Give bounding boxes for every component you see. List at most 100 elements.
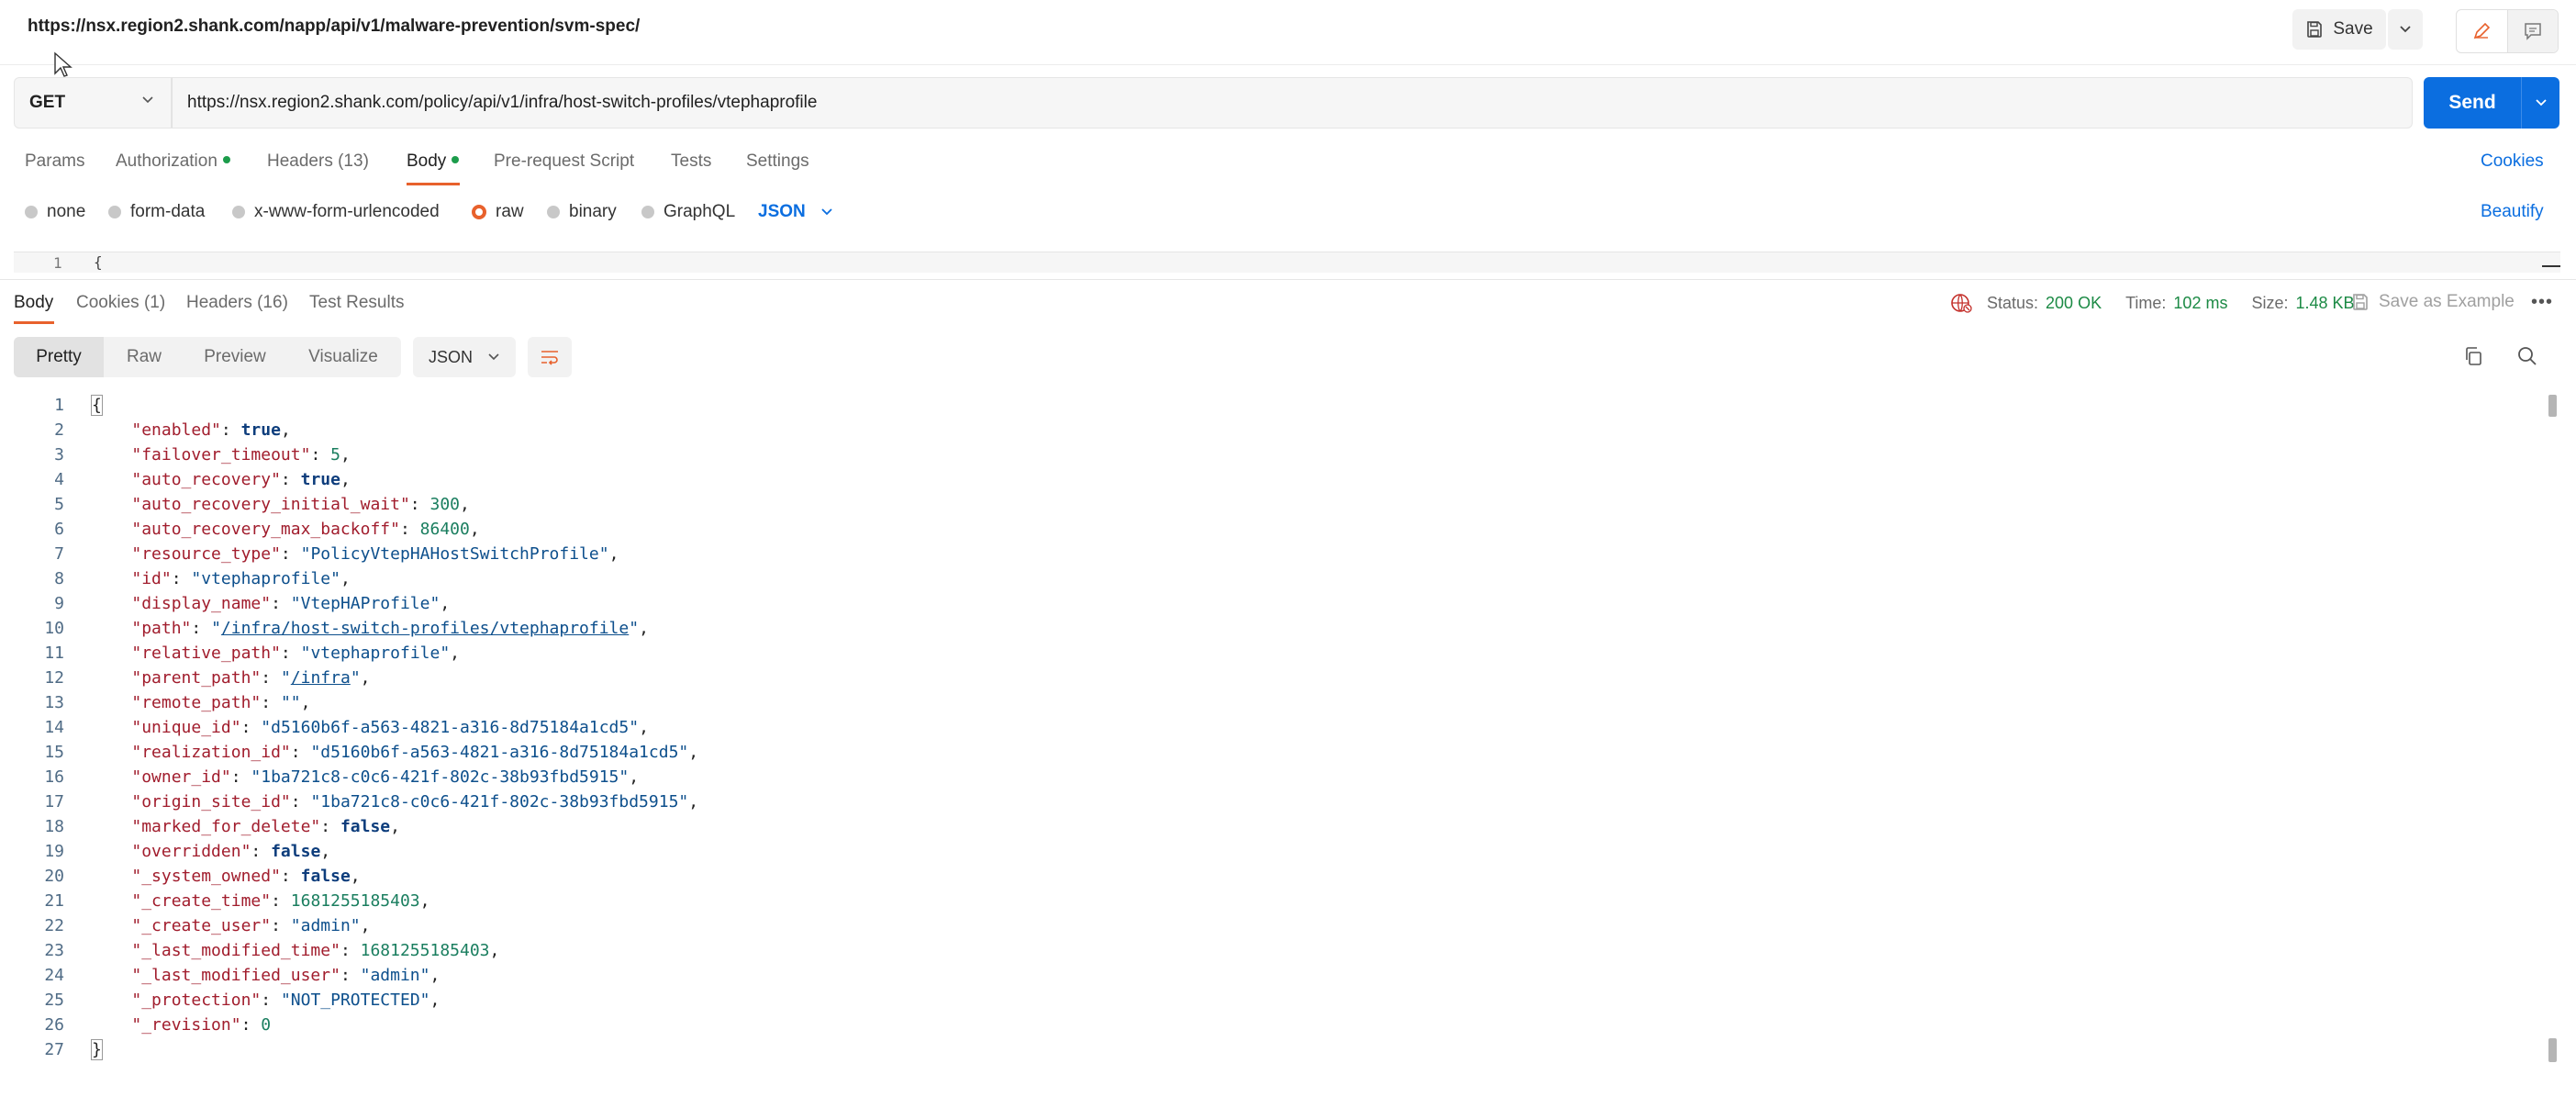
chevron-down-icon — [2400, 26, 2411, 33]
status-value[interactable]: 200 OK — [2046, 294, 2102, 313]
radio-binary[interactable]: binary — [547, 202, 617, 222]
vertical-scrollbar[interactable] — [2547, 393, 2558, 1063]
json-token: "vtephaprofile" — [191, 569, 340, 588]
tab-authorization[interactable]: Authorization — [116, 151, 230, 172]
json-token: "d5160b6f-a563-4821-a316-8d75184a1cd5" — [261, 718, 640, 737]
response-format-select[interactable]: JSON — [413, 337, 516, 377]
json-token: "admin" — [290, 916, 361, 935]
radio-none[interactable]: none — [25, 202, 85, 222]
tab-body[interactable]: Body — [407, 151, 460, 172]
view-raw[interactable]: Raw — [104, 337, 184, 377]
more-options-icon[interactable]: ••• — [2531, 292, 2553, 313]
radio-x-www-form-urlencoded[interactable]: x-www-form-urlencoded — [232, 202, 440, 222]
line-number: 12 — [44, 668, 64, 688]
chevron-down-icon — [142, 96, 153, 104]
floppy-disk-icon — [2353, 294, 2368, 310]
edit-mode-button[interactable] — [2457, 10, 2508, 52]
code-line: 19 "overridden": false, — [0, 839, 2542, 864]
json-link[interactable]: /infra — [291, 668, 351, 688]
view-preview[interactable]: Preview — [184, 337, 285, 377]
view-pretty[interactable]: Pretty — [14, 337, 104, 377]
search-icon[interactable] — [2516, 345, 2538, 367]
json-token: : — [240, 1015, 262, 1035]
json-token: "1ba721c8-c0c6-421f-802c-38b93fbd5915" — [310, 792, 689, 812]
radio-raw[interactable]: raw — [472, 202, 524, 222]
wrap-lines-icon — [541, 351, 558, 365]
radio-graphql[interactable]: GraphQL — [641, 202, 735, 222]
json-token: : — [271, 594, 291, 613]
tab-settings[interactable]: Settings — [746, 151, 809, 172]
size-value[interactable]: 1.48 KB — [2295, 294, 2354, 313]
code-text: "parent_path": "/infra", — [92, 666, 370, 690]
line-number: 16 — [44, 767, 64, 787]
url-input[interactable]: https://nsx.region2.shank.com/policy/api… — [172, 77, 2413, 129]
comments-button[interactable] — [2507, 10, 2558, 52]
code-text: "marked_for_delete": false, — [92, 814, 400, 839]
line-number: 23 — [44, 941, 64, 960]
cookies-link[interactable]: Cookies — [2481, 151, 2544, 172]
send-options-button[interactable] — [2522, 77, 2559, 129]
radio-label: x-www-form-urlencoded — [254, 202, 440, 221]
response-tab-headers[interactable]: Headers (16) — [186, 293, 288, 313]
json-token: : — [191, 619, 212, 638]
wrap-lines-button[interactable] — [528, 337, 572, 377]
pane-divider[interactable] — [0, 279, 2576, 280]
radio-form-data[interactable]: form-data — [108, 202, 205, 222]
body-format-select[interactable]: JSON — [758, 202, 833, 222]
editor-line-number: 1 — [53, 254, 62, 272]
response-tab-test-results[interactable]: Test Results — [309, 293, 404, 313]
line-number: 7 — [54, 544, 64, 564]
save-options-button[interactable] — [2388, 9, 2423, 50]
mode-toggle — [2456, 9, 2559, 53]
code-line: 1{ — [0, 393, 2542, 418]
request-body-editor[interactable] — [14, 252, 2560, 273]
pencil-icon — [2473, 22, 2491, 39]
chevron-down-icon — [2535, 99, 2547, 106]
json-token: : — [320, 817, 340, 836]
tab-pre-request-script[interactable]: Pre-request Script — [494, 151, 634, 172]
code-text: "_system_owned": false, — [92, 864, 360, 889]
response-tab-body[interactable]: Body — [14, 293, 53, 313]
time-value[interactable]: 102 ms — [2173, 294, 2227, 313]
tab-headers[interactable]: Headers (13) — [267, 151, 369, 172]
line-number: 8 — [54, 569, 64, 588]
code-text: "_create_time": 1681255185403, — [92, 889, 429, 913]
code-text: "resource_type": "PolicyVtepHAHostSwitch… — [92, 542, 619, 566]
view-visualize[interactable]: Visualize — [285, 337, 401, 377]
copy-icon[interactable] — [2462, 345, 2484, 367]
json-token: : — [290, 792, 311, 812]
code-line: 3 "failover_timeout": 5, — [0, 442, 2542, 467]
json-token: "NOT_PROTECTED" — [280, 991, 430, 1010]
code-text: "enabled": true, — [92, 418, 290, 442]
line-number: 20 — [44, 867, 64, 886]
json-token: : — [230, 767, 251, 787]
tab-tests[interactable]: Tests — [671, 151, 711, 172]
code-text: "id": "vtephaprofile", — [92, 566, 350, 591]
mouse-cursor-icon — [54, 51, 72, 77]
scrollbar-marker — [2548, 1038, 2557, 1062]
radio-label: GraphQL — [664, 202, 736, 221]
send-button[interactable]: Send — [2424, 77, 2559, 129]
json-key: "auto_recovery_initial_wait" — [131, 495, 410, 514]
save-button[interactable]: Save — [2292, 9, 2386, 50]
globe-network-icon[interactable] — [1950, 292, 1972, 314]
request-title[interactable]: https://nsx.region2.shank.com/napp/api/v… — [28, 17, 640, 37]
line-number: 24 — [44, 966, 64, 985]
code-text: "_last_modified_user": "admin", — [92, 963, 440, 988]
code-text: "owner_id": "1ba721c8-c0c6-421f-802c-38b… — [92, 765, 639, 789]
save-as-example-button[interactable]: Save as Example — [2351, 292, 2515, 312]
beautify-link[interactable]: Beautify — [2481, 202, 2544, 222]
tab-params[interactable]: Params — [25, 151, 84, 172]
json-token: "PolicyVtepHAHostSwitchProfile" — [300, 544, 609, 564]
code-text: "failover_timeout": 5, — [92, 442, 350, 467]
json-key: "_last_modified_user" — [131, 966, 340, 985]
editor-resize-handle[interactable] — [2542, 265, 2560, 267]
json-link[interactable]: /infra/host-switch-profiles/vtephaprofil… — [221, 619, 629, 638]
response-tab-cookies[interactable]: Cookies (1) — [76, 293, 165, 313]
code-text: "overridden": false, — [92, 839, 330, 864]
json-token: " — [280, 668, 291, 688]
scrollbar-thumb[interactable] — [2548, 395, 2557, 417]
json-token: , — [460, 495, 470, 514]
json-token: " — [629, 619, 640, 638]
